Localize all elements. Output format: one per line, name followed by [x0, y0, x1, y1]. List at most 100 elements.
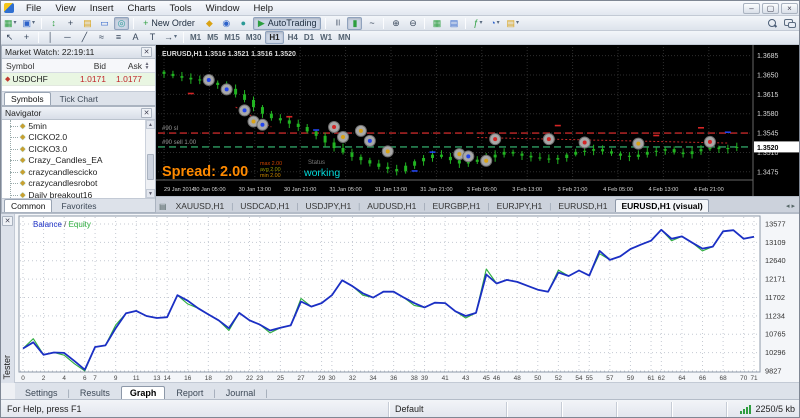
timeframe-mn[interactable]: MN [335, 33, 353, 42]
fibonacci-button[interactable]: ≡ [111, 31, 126, 44]
status-profile[interactable]: Default [389, 401, 507, 417]
bar-chart-button[interactable]: ||| [330, 17, 345, 30]
chart-tab-audusd[interactable]: AUDUSD,H1 [361, 199, 422, 212]
navigator-item-cicko2[interactable]: ◆ CICKO2.0 [2, 132, 155, 144]
navigator-item-cicko3[interactable]: ◆ CICKO3.0 [2, 143, 155, 155]
timeframe-m5[interactable]: M5 [204, 33, 221, 42]
navigator-scrollbar[interactable]: ▲ ▼ [145, 120, 155, 198]
tester-graph-canvas[interactable]: 0 2 4 6 7 9 11 13 14 16 18 20 22 23 25 27 29 30 32 34 36 38 39… [15, 214, 800, 383]
svg-text:9: 9 [114, 375, 118, 382]
channel-button[interactable]: ≈ [94, 31, 109, 44]
market-watch-row-usdchf[interactable]: ◆ USDCHF 1.0171 1.0177 [2, 73, 155, 86]
community-button[interactable]: ● [236, 17, 251, 30]
chart-tab-usdjpy[interactable]: USDJPY,H1 [300, 199, 358, 212]
navigator-button[interactable]: ▤ [80, 17, 95, 30]
svg-text:10296: 10296 [765, 348, 786, 357]
chart-tab-eurusd[interactable]: EURUSD,H1 [552, 199, 613, 212]
new-chart-button[interactable]: ▦ ▾ [2, 17, 19, 30]
arrows-button[interactable]: → ▾ [162, 31, 179, 44]
menu-view[interactable]: View [48, 2, 82, 15]
crosshair-tool-button[interactable]: + [19, 31, 34, 44]
market-watch-button[interactable]: ↕ [46, 17, 61, 30]
tester-tab-results[interactable]: Results [71, 386, 119, 399]
navigator-close-button[interactable]: ✕ [141, 108, 152, 118]
svg-text:61: 61 [647, 375, 655, 382]
svg-text:min 2.00: min 2.00 [260, 173, 281, 179]
status-connection[interactable]: 2250/5 kb [727, 402, 799, 417]
minimize-button[interactable]: – [743, 2, 760, 14]
community-chat-button[interactable] [782, 17, 797, 30]
tester-graph[interactable]: 0 2 4 6 7 9 11 13 14 16 18 20 22 23 25 27 29 30 32 34 36 38 39… [15, 214, 800, 383]
navigator-item-5min[interactable]: ◆ 5min [2, 120, 155, 132]
svg-text:Balance / Equity: Balance / Equity [33, 220, 91, 229]
periods-button[interactable]: ◔ ▾ [487, 17, 502, 30]
strategy-tester-button[interactable]: ◎ [114, 16, 130, 30]
scrollbar-thumb[interactable] [147, 154, 154, 180]
timeframe-w1[interactable]: W1 [317, 33, 335, 42]
market-watch-scroll[interactable]: ▲ ▼ [142, 61, 152, 70]
cursor-tool-button[interactable]: ↖ [2, 31, 17, 44]
terminal-button[interactable]: ▭ [97, 17, 112, 30]
navigator-item-crazycandlesrobot[interactable]: ◆ crazycandlesrobot [2, 178, 155, 190]
metaeditor-button[interactable]: ◆ [202, 17, 217, 30]
text-tool-button[interactable]: A [128, 31, 143, 44]
timeframe-m30[interactable]: M30 [243, 33, 265, 42]
chart-tab-usdcad[interactable]: USDCAD,H1 [234, 199, 295, 212]
timeframe-h1[interactable]: H1 [265, 31, 284, 44]
chart-tab-eurjpy[interactable]: EURJPY,H1 [491, 199, 549, 212]
chart-tab-xauusd[interactable]: XAUUSD,H1 [170, 199, 231, 212]
search-button[interactable] [765, 17, 780, 30]
menu-insert[interactable]: Insert [83, 2, 121, 15]
line-chart-button[interactable]: ~ [364, 17, 379, 30]
scroll-down-button[interactable]: ▼ [146, 189, 155, 198]
svg-text:20: 20 [225, 375, 233, 382]
timeframe-h4[interactable]: H4 [285, 33, 301, 42]
tester-close-button[interactable]: ✕ [2, 216, 13, 226]
timeframe-m15[interactable]: M15 [221, 33, 243, 42]
trendline-button[interactable]: ╱ [77, 31, 92, 44]
navigator-item-daily-breakout16[interactable]: ◆ Daily breakout16 [2, 189, 155, 198]
tester-tab-settings[interactable]: Settings [16, 386, 67, 399]
vertical-line-button[interactable]: │ [43, 31, 58, 44]
candle-chart-button[interactable]: ▮ [347, 16, 363, 30]
tile-windows-button[interactable]: ▦ [429, 17, 444, 30]
tab-scroll-arrows[interactable]: ◂▸ [786, 202, 799, 212]
menu-window[interactable]: Window [199, 2, 247, 15]
menu-tools[interactable]: Tools [162, 2, 198, 15]
text-label-button[interactable]: T [145, 31, 160, 44]
zoom-out-button[interactable]: ⊖ [405, 17, 420, 30]
tab-common[interactable]: Common [4, 199, 53, 212]
templates-button[interactable]: ▤ ▾ [504, 17, 521, 30]
zoom-in-button[interactable]: ⊕ [388, 17, 403, 30]
close-button[interactable]: × [781, 2, 798, 14]
tab-symbols[interactable]: Symbols [4, 92, 51, 105]
price-chart[interactable]: 29 Jan 2014 30 Jan 05:00 30 Jan 13:00 30 Ja… [156, 45, 800, 196]
tester-tab-report[interactable]: Report [167, 386, 212, 399]
svg-text:31 Jan 13:00: 31 Jan 13:00 [375, 187, 407, 193]
menu-help[interactable]: Help [246, 2, 280, 15]
navigator-item-crazycandlescicko[interactable]: ◆ crazycandlescicko [2, 166, 155, 178]
scroll-up-button[interactable]: ▲ [146, 120, 155, 129]
experts-button[interactable]: ◉ [219, 17, 234, 30]
timeframe-d1[interactable]: D1 [301, 33, 317, 42]
tab-favorites[interactable]: Favorites [54, 199, 103, 212]
profiles-button[interactable]: ▣ ▾ [21, 17, 38, 30]
cascade-windows-button[interactable]: ▤ [446, 17, 461, 30]
navigator-item-crazy-candles-ea[interactable]: ◆ Crazy_Candles_EA [2, 155, 155, 167]
indicators-button[interactable]: ƒ ▾ [470, 17, 485, 30]
timeframe-m1[interactable]: M1 [187, 33, 204, 42]
horizontal-line-button[interactable]: ─ [60, 31, 75, 44]
menu-charts[interactable]: Charts [121, 2, 163, 15]
data-window-button[interactable]: + [63, 17, 78, 30]
menu-file[interactable]: File [19, 2, 48, 15]
chart-tab-eurusd-visual[interactable]: EURUSD,H1 (visual) [615, 199, 709, 212]
restore-button[interactable]: ▢ [762, 2, 779, 14]
price-chart-canvas[interactable]: 29 Jan 201430 Jan 05:00 30 Jan 13:00 30 Ja… [156, 45, 800, 196]
new-order-button[interactable]: + New Order [138, 17, 200, 30]
tab-tick-chart[interactable]: Tick Chart [53, 92, 105, 105]
market-watch-close-button[interactable]: ✕ [141, 47, 152, 57]
tester-tab-journal[interactable]: Journal [217, 386, 265, 399]
chart-tab-eurgbp[interactable]: EURGBP,H1 [426, 199, 486, 212]
autotrading-button[interactable]: ▶ AutoTrading [252, 16, 322, 30]
tester-tab-graph[interactable]: Graph [120, 386, 166, 399]
